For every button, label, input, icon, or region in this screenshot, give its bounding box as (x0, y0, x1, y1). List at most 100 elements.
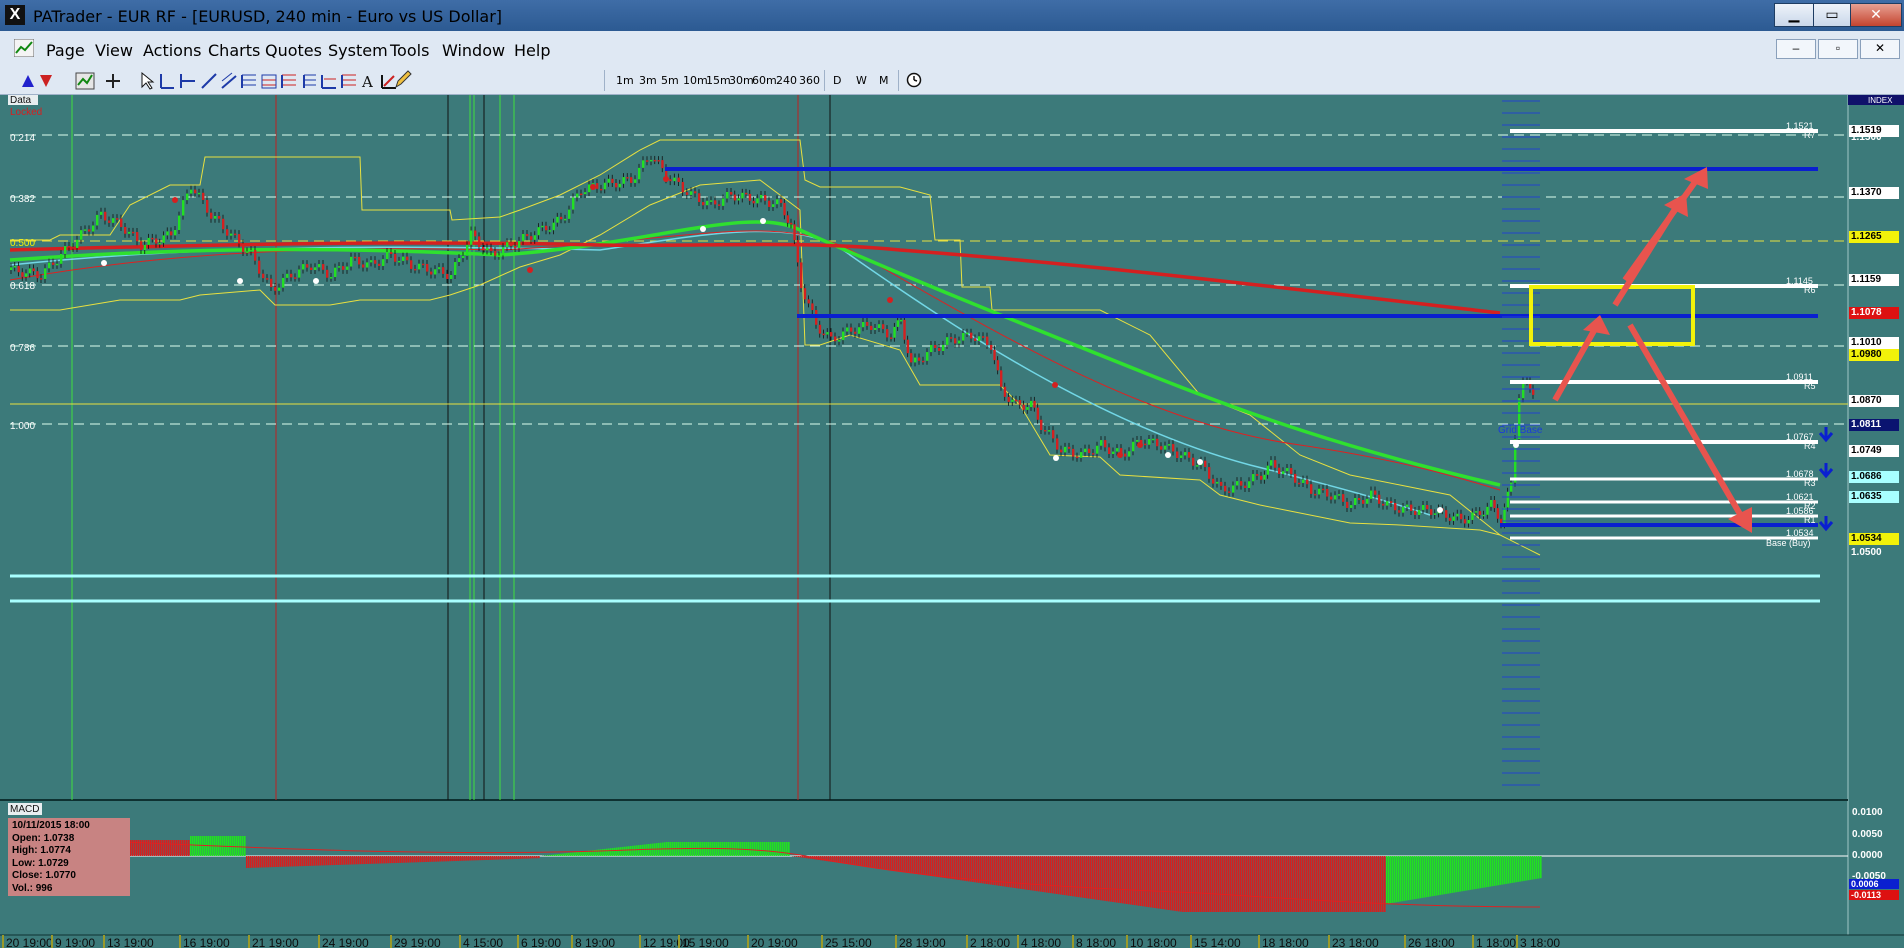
candle-bullish (96, 214, 99, 226)
chart-app-icon[interactable] (13, 38, 35, 58)
macd-bar (864, 856, 866, 867)
timeframe-5m[interactable]: 5m (661, 74, 679, 87)
macd-bar (386, 856, 388, 864)
ruler-icon[interactable] (381, 75, 396, 89)
menu-charts[interactable]: Charts (208, 41, 260, 60)
timeframe-10m[interactable]: 10m (683, 74, 708, 87)
menu-quotes[interactable]: Quotes (265, 41, 322, 60)
menu-actions[interactable]: Actions (143, 41, 201, 60)
macd-bar (186, 840, 188, 856)
candle-bullish (1452, 516, 1455, 521)
macd-bar (1476, 856, 1478, 889)
macd-bar (564, 853, 566, 856)
pivot-name-r4: R4 (1804, 441, 1816, 451)
time-axis-label: 4 18:00 (1021, 936, 1061, 948)
mdi-restore-button[interactable]: ▫ (1818, 39, 1858, 59)
mdi-minimize-button[interactable]: – (1776, 39, 1816, 59)
macd-bar (364, 856, 366, 865)
macd-bar (416, 856, 418, 863)
macd-bar (1054, 856, 1056, 894)
macd-bar (1276, 856, 1278, 912)
candle-bullish (1116, 448, 1119, 452)
macd-bar (378, 856, 380, 864)
rising-arrow-icon[interactable] (22, 75, 34, 87)
candle-bearish (194, 189, 197, 194)
timeframe-15m[interactable]: 15m (706, 74, 731, 87)
macd-bar (176, 840, 178, 856)
period-daily[interactable]: D (833, 74, 841, 87)
timeframe-30m[interactable]: 30m (729, 74, 754, 87)
clock-icon[interactable] (906, 72, 924, 90)
candle-bullish (522, 234, 525, 241)
macd-bar (944, 856, 946, 878)
menu-tools[interactable]: Tools (390, 41, 429, 60)
timeframe-3m[interactable]: 3m (639, 74, 657, 87)
candle-bullish (533, 235, 537, 240)
macd-bar (232, 836, 234, 856)
levels-icon[interactable] (341, 74, 356, 88)
period-weekly[interactable]: W (856, 74, 867, 87)
candle-bearish (974, 338, 977, 341)
menu-help[interactable]: Help (514, 41, 550, 60)
candle-bearish (906, 339, 910, 354)
macd-bar (1156, 856, 1158, 909)
candle-bearish (1003, 386, 1007, 397)
line-tool-icon[interactable] (160, 74, 174, 89)
macd-bar (1526, 856, 1528, 881)
candle-bullish (966, 332, 969, 335)
pointer-icon[interactable] (141, 71, 155, 90)
timeframe-240[interactable]: 240 (776, 74, 797, 87)
macd-bar (1392, 856, 1394, 903)
fib-red-icon[interactable] (261, 74, 277, 89)
minimize-button[interactable]: ▁ (1774, 3, 1814, 27)
crosshair-icon[interactable] (106, 74, 120, 88)
macd-bar (348, 856, 350, 865)
candle-bearish (870, 325, 873, 330)
candle-bullish (64, 246, 67, 254)
pivot-icon[interactable] (321, 75, 336, 89)
macd-bar (336, 856, 338, 865)
menu-window[interactable]: Window (442, 41, 505, 60)
timeframe-60m[interactable]: 60m (752, 74, 777, 87)
macd-bar (172, 840, 174, 856)
macd-bar (284, 856, 286, 867)
falling-arrow-icon[interactable] (40, 75, 52, 87)
fib-ext-icon[interactable] (281, 74, 296, 88)
macd-bar (1258, 856, 1260, 912)
candle-bearish (910, 353, 913, 363)
macd-bar (690, 842, 692, 856)
indicator-icon[interactable] (75, 72, 95, 90)
candle-bearish (1188, 452, 1191, 458)
candle-bearish (202, 192, 205, 200)
candle-bullish (92, 225, 95, 232)
maximize-button[interactable]: ▭ (1813, 3, 1851, 27)
macd-bar (244, 836, 246, 856)
chart-area[interactable]: INDEX 0.214 0.382 0.500 0.618 0.786 1.00… (0, 95, 1904, 948)
macd-bar (794, 856, 796, 857)
macd-bar (408, 856, 410, 863)
price-chart[interactable]: INDEX 0.214 0.382 0.500 0.618 0.786 1.00… (0, 95, 1904, 948)
candle-bullish (846, 327, 849, 332)
macd-bar (546, 855, 548, 856)
close-button[interactable]: ✕ (1850, 3, 1902, 27)
channel-icon[interactable] (221, 72, 237, 89)
macd-bar (764, 842, 766, 856)
fib-icon[interactable] (241, 74, 256, 88)
menu-view[interactable]: View (95, 41, 133, 60)
macd-bar (606, 848, 608, 856)
timeframe-1m[interactable]: 1m (616, 74, 634, 87)
trendline-icon[interactable] (201, 73, 217, 89)
menu-system[interactable]: System (328, 41, 388, 60)
horizontal-line-icon[interactable] (180, 74, 195, 88)
menu-page[interactable]: Page (46, 41, 85, 60)
mdi-close-button[interactable]: ✕ (1860, 39, 1900, 59)
timeframe-360[interactable]: 360 (799, 74, 820, 87)
candle-bullish (80, 230, 83, 240)
period-monthly[interactable]: M (879, 74, 889, 87)
macd-bar (372, 856, 374, 864)
macd-bar (608, 848, 610, 856)
text-tool-icon[interactable]: A (361, 73, 373, 91)
macd-bar (1102, 856, 1104, 901)
macd-bar (604, 848, 606, 856)
grid-icon[interactable] (303, 74, 316, 88)
